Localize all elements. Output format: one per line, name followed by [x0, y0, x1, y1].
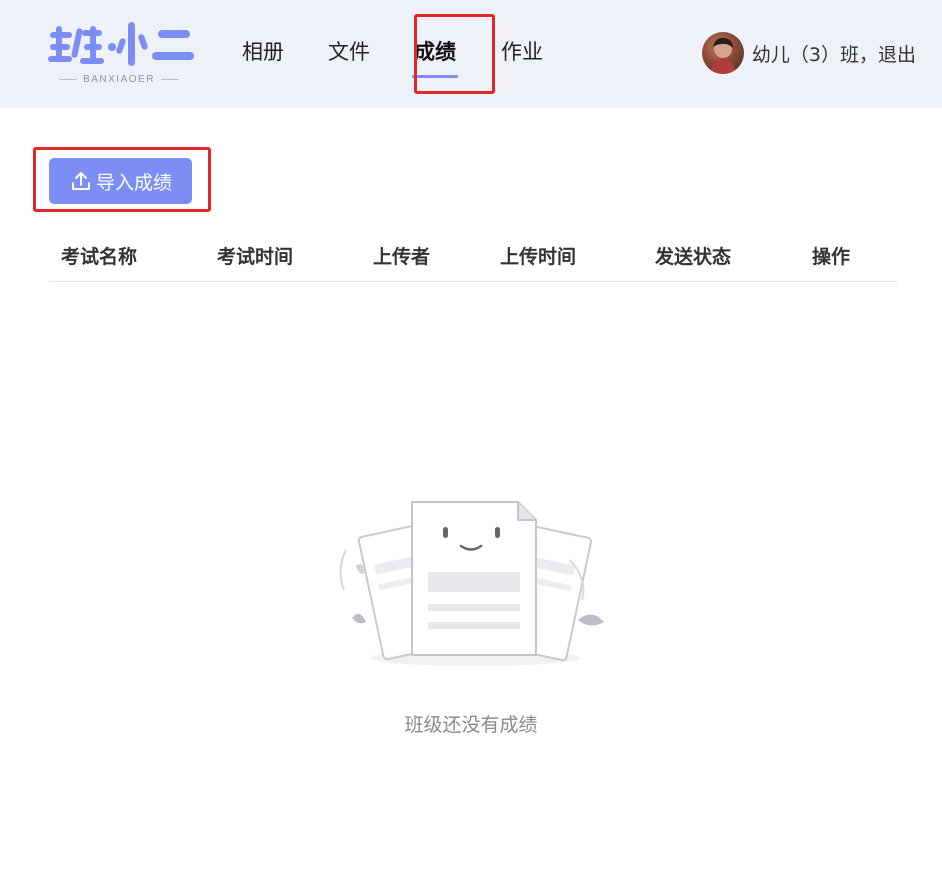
user-menu[interactable]: 幼儿（3）班，退出 — [701, 31, 916, 75]
app-logo[interactable]: BANXIAOER — [46, 18, 196, 92]
empty-documents-illustration — [339, 501, 604, 666]
highlight-box-import-button — [33, 147, 211, 212]
avatar[interactable] — [701, 32, 744, 74]
column-header-send-status: 发送状态 — [655, 246, 732, 268]
user-logout-link[interactable]: 幼儿（3）班，退出 — [752, 40, 916, 67]
column-header-upload-time: 上传时间 — [500, 246, 577, 268]
column-header-exam-name: 考试名称 — [61, 246, 138, 268]
tab-files[interactable]: 文件 — [307, 26, 391, 82]
logo-subtitle: BANXIAOER — [46, 74, 192, 85]
logo-wordmark — [48, 22, 194, 66]
column-header-exam-time: 考试时间 — [217, 246, 294, 268]
tab-label: 作业 — [501, 40, 543, 64]
avatar-image — [709, 37, 736, 74]
column-header-actions: 操作 — [812, 246, 851, 268]
column-header-uploader: 上传者 — [373, 246, 431, 268]
empty-state-message: 班级还没有成绩 — [404, 714, 538, 736]
top-header: BANXIAOER 相册 文件 成绩 作业 幼儿（3）班，退出 — [0, 0, 942, 108]
tab-album[interactable]: 相册 — [221, 26, 305, 82]
tab-label: 相册 — [242, 40, 284, 64]
highlight-box-grades-tab — [414, 14, 495, 94]
tab-label: 文件 — [328, 40, 370, 64]
grades-table-header: 考试名称 考试时间 上传者 上传时间 发送状态 操作 — [49, 236, 898, 282]
